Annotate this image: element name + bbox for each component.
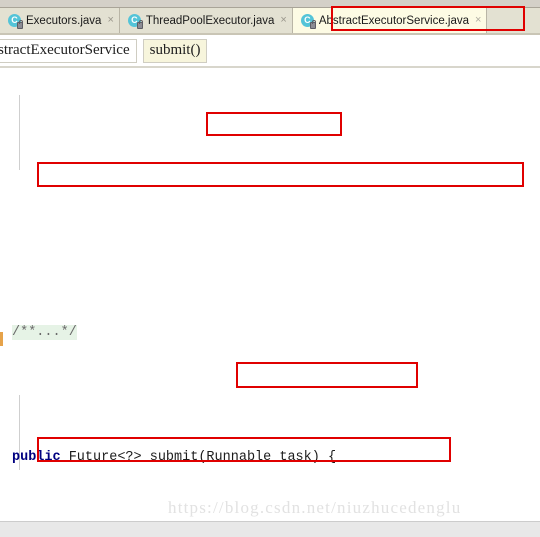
editor-window: C Executors.java × C ThreadPoolExecutor.… — [0, 0, 540, 537]
tab-threadpoolexecutor-java[interactable]: C ThreadPoolExecutor.java × — [119, 8, 293, 33]
editor-tab-bar: C Executors.java × C ThreadPoolExecutor.… — [0, 8, 540, 33]
code-editor[interactable]: /**...*/ public Future<?> submit(Runnabl… — [0, 70, 540, 518]
lock-icon — [309, 20, 316, 29]
status-bar — [0, 521, 540, 537]
java-class-locked-icon: C — [300, 14, 316, 29]
java-class-locked-icon: C — [127, 14, 143, 29]
breadcrumb-separator — [0, 66, 540, 68]
indent-guide — [19, 95, 20, 170]
lock-icon — [136, 20, 143, 29]
code-content: /**...*/ public Future<?> submit(Runnabl… — [0, 70, 540, 518]
tab-label: AbstractExecutorService.java — [318, 14, 470, 27]
java-class-locked-icon: C — [8, 14, 23, 29]
breadcrumb-item-class[interactable]: stractExecutorService — [0, 39, 137, 63]
tab-label: Executors.java — [26, 14, 102, 27]
tab-abstractexecutorservice-java[interactable]: C AbstractExecutorService.java × — [292, 8, 488, 33]
close-icon[interactable]: × — [107, 15, 113, 26]
breadcrumb-item-method[interactable]: submit() — [142, 39, 208, 63]
tab-label: ThreadPoolExecutor.java — [145, 14, 275, 27]
window-top-strip — [0, 0, 540, 8]
close-icon[interactable]: × — [280, 15, 286, 26]
lock-icon — [17, 20, 23, 29]
tab-executors-java[interactable]: C Executors.java × — [0, 8, 120, 33]
close-icon[interactable]: × — [475, 15, 481, 26]
code-line[interactable]: /**...*/ — [0, 320, 540, 345]
code-line[interactable]: public Future<?> submit(Runnable task) { — [0, 445, 540, 470]
folded-javadoc[interactable]: /**...*/ — [12, 325, 77, 340]
tab-bar-underline — [0, 33, 540, 35]
tab-bar-filler — [487, 8, 540, 33]
breadcrumb: stractExecutorService submit() — [0, 36, 540, 66]
